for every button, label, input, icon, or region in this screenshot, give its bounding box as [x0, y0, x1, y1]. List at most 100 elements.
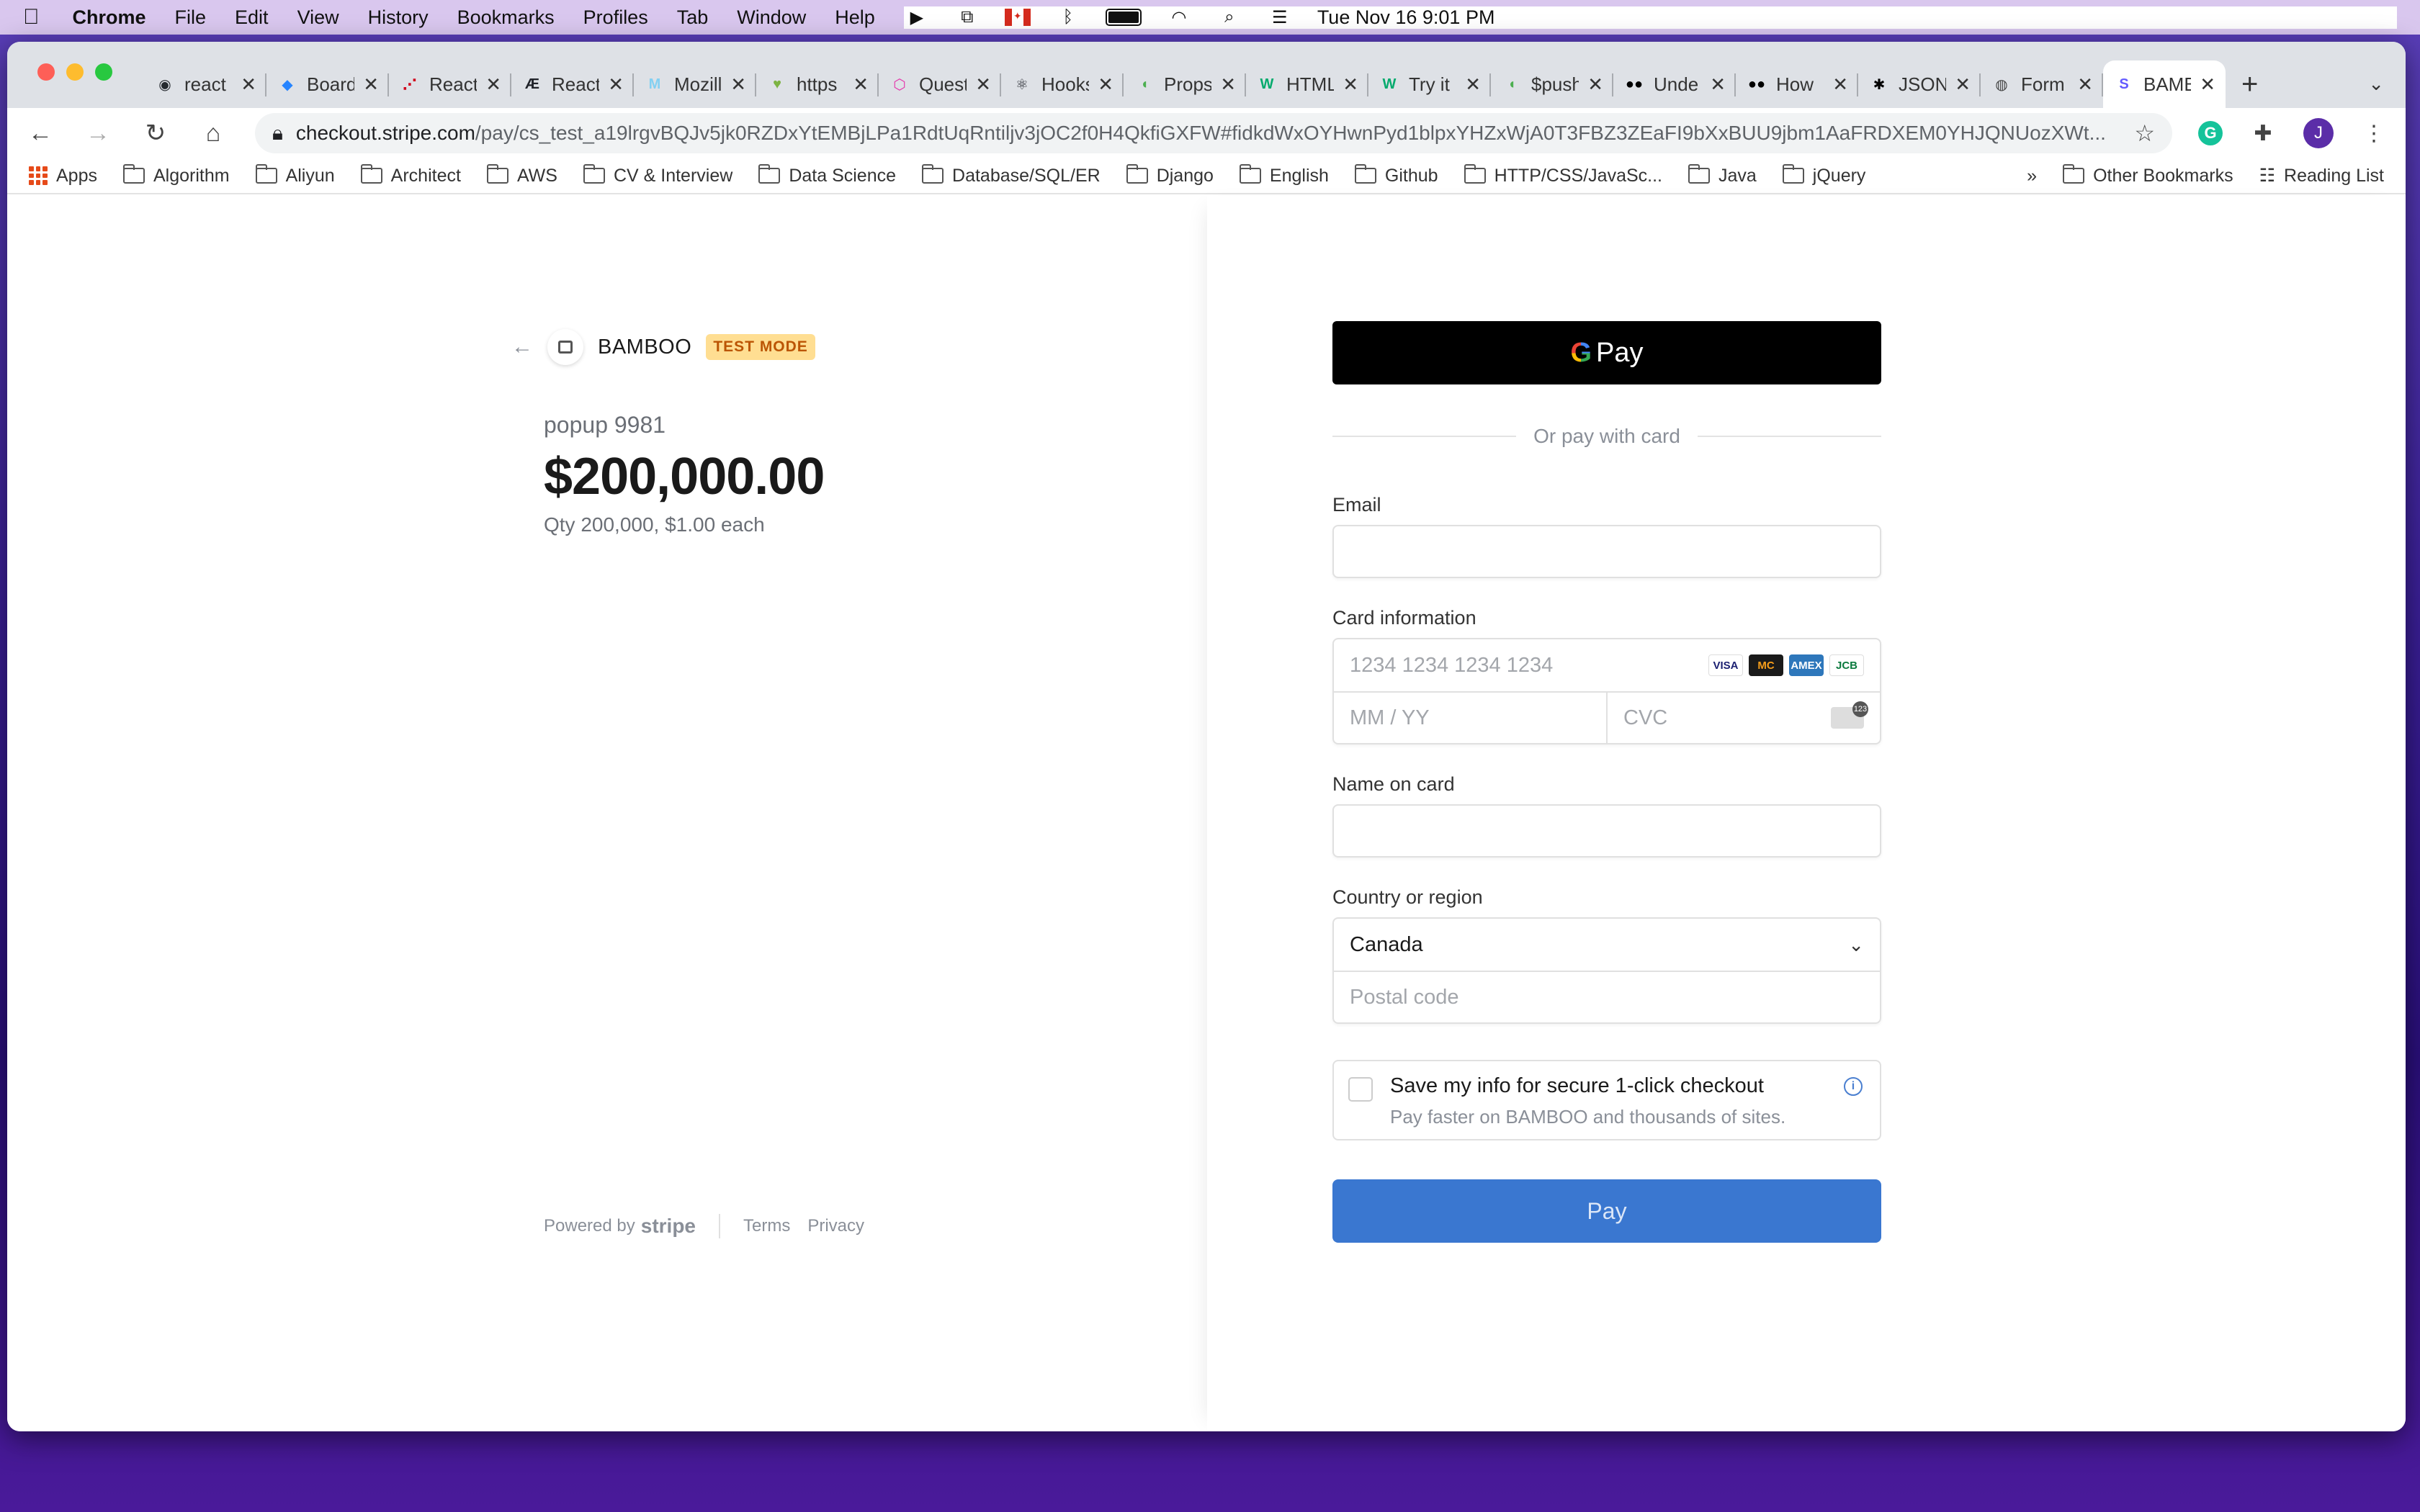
- save-info-checkbox[interactable]: [1348, 1077, 1373, 1102]
- stripe-logo[interactable]: stripe: [641, 1215, 696, 1238]
- close-tab-icon[interactable]: ✕: [608, 73, 624, 96]
- close-tab-icon[interactable]: ✕: [1220, 73, 1236, 96]
- bookmark-folder-5[interactable]: Data Science: [758, 164, 896, 186]
- tab-8[interactable]: ◖ Props ✕: [1124, 60, 1246, 108]
- tab-12[interactable]: ●● Unde ✕: [1613, 60, 1736, 108]
- bluetooth-icon[interactable]: ᛒ: [1055, 6, 1081, 28]
- card-number-field[interactable]: 1234 1234 1234 1234 VISA MC AMEX JCB: [1334, 639, 1880, 691]
- menu-edit[interactable]: Edit: [235, 6, 269, 29]
- bookmark-folder-2[interactable]: Architect: [360, 164, 461, 186]
- terms-link[interactable]: Terms: [743, 1216, 790, 1236]
- tab-16[interactable]: S BAMBOO ✕: [2103, 60, 2226, 108]
- privacy-link[interactable]: Privacy: [807, 1216, 864, 1236]
- profile-avatar[interactable]: J: [2303, 118, 2334, 148]
- close-tab-icon[interactable]: ✕: [485, 73, 501, 96]
- bookmarks-overflow-chevron[interactable]: »: [2027, 166, 2037, 186]
- close-window-icon[interactable]: [37, 63, 55, 81]
- close-tab-icon[interactable]: ✕: [1587, 73, 1603, 96]
- bookmark-other[interactable]: Other Bookmarks: [2063, 164, 2233, 186]
- country-select[interactable]: Canada ⌄: [1334, 919, 1880, 971]
- bookmark-apps[interactable]: Apps: [29, 166, 97, 186]
- battery-icon[interactable]: [1105, 9, 1142, 26]
- bookmark-folder-6[interactable]: Database/SQL/ER: [922, 164, 1101, 186]
- bookmark-folder-11[interactable]: Java: [1688, 164, 1757, 186]
- bookmark-folder-12[interactable]: jQuery: [1782, 164, 1865, 186]
- menubar-clock[interactable]: Tue Nov 16 9:01 PM: [1317, 6, 1495, 29]
- zoom-window-icon[interactable]: [95, 63, 112, 81]
- tab-9[interactable]: W HTML ✕: [1246, 60, 1368, 108]
- browser-menu-icon[interactable]: ⋮: [2360, 121, 2388, 146]
- menu-tab[interactable]: Tab: [677, 6, 709, 29]
- close-tab-icon[interactable]: ✕: [2077, 73, 2093, 96]
- menu-profiles[interactable]: Profiles: [583, 6, 648, 29]
- new-tab-button[interactable]: +: [2241, 68, 2258, 101]
- pay-button[interactable]: Pay: [1332, 1179, 1881, 1243]
- close-tab-icon[interactable]: ✕: [241, 73, 256, 96]
- bookmark-star-icon[interactable]: ☆: [2134, 120, 2155, 147]
- menu-help[interactable]: Help: [835, 6, 875, 29]
- menu-window[interactable]: Window: [737, 6, 806, 29]
- close-tab-icon[interactable]: ✕: [730, 73, 746, 96]
- menu-view[interactable]: View: [297, 6, 339, 29]
- tab-1[interactable]: ◆ Board ✕: [266, 60, 389, 108]
- postal-code-field[interactable]: Postal code: [1334, 971, 1880, 1022]
- minimize-window-icon[interactable]: [66, 63, 84, 81]
- tab-2[interactable]: ⋰ React ✕: [389, 60, 511, 108]
- cvc-field[interactable]: CVC: [1606, 693, 1880, 743]
- tab-4[interactable]: M Mozilla ✕: [634, 60, 756, 108]
- home-button[interactable]: ⌂: [197, 120, 229, 148]
- menu-history[interactable]: History: [368, 6, 429, 29]
- name-on-card-field[interactable]: [1332, 804, 1881, 858]
- google-pay-button[interactable]: G Pay: [1332, 321, 1881, 384]
- tab-14[interactable]: ✱ JSON ✕: [1858, 60, 1981, 108]
- tab-0[interactable]: ◉ react ✕: [144, 60, 266, 108]
- tab-15[interactable]: ◍ Form ✕: [1981, 60, 2103, 108]
- expiry-field[interactable]: MM / YY: [1334, 693, 1606, 743]
- bookmark-folder-9[interactable]: Github: [1354, 164, 1438, 186]
- grammarly-extension-icon[interactable]: G: [2198, 121, 2223, 145]
- play-icon[interactable]: ▶: [904, 6, 930, 28]
- close-tab-icon[interactable]: ✕: [1098, 73, 1113, 96]
- close-tab-icon[interactable]: ✕: [1465, 73, 1481, 96]
- canada-flag-icon[interactable]: [1004, 9, 1031, 26]
- close-tab-icon[interactable]: ✕: [1343, 73, 1358, 96]
- info-icon[interactable]: i: [1844, 1077, 1863, 1096]
- bookmark-folder-10[interactable]: HTTP/CSS/JavaSc...: [1464, 164, 1662, 186]
- bookmark-folder-4[interactable]: CV & Interview: [583, 164, 732, 186]
- bookmark-folder-0[interactable]: Algorithm: [122, 164, 230, 186]
- close-tab-icon[interactable]: ✕: [853, 73, 869, 96]
- bookmark-folder-3[interactable]: AWS: [486, 164, 557, 186]
- tab-5[interactable]: ♥ https ✕: [756, 60, 879, 108]
- menu-chrome[interactable]: Chrome: [73, 6, 146, 29]
- close-tab-icon[interactable]: ✕: [1955, 73, 1971, 96]
- back-arrow-icon[interactable]: ←: [511, 335, 533, 359]
- address-bar[interactable]: 🔒︎ checkout.stripe.com /pay/cs_test_a19l…: [255, 113, 2172, 153]
- screen-share-icon[interactable]: ⧉: [954, 6, 980, 28]
- tab-7[interactable]: ⚛ Hooks ✕: [1001, 60, 1124, 108]
- bookmark-folder-7[interactable]: Django: [1126, 164, 1214, 186]
- close-tab-icon[interactable]: ✕: [1832, 73, 1848, 96]
- tab-6[interactable]: ⬡ Questions ✕: [879, 60, 1001, 108]
- menu-bookmarks[interactable]: Bookmarks: [457, 6, 555, 29]
- reload-button[interactable]: ↻: [140, 119, 171, 148]
- wifi-icon[interactable]: ◠: [1166, 6, 1192, 28]
- close-tab-icon[interactable]: ✕: [975, 73, 991, 96]
- back-button[interactable]: ←: [24, 120, 56, 148]
- tab-3[interactable]: Æ React ✕: [511, 60, 634, 108]
- close-tab-icon[interactable]: ✕: [1710, 73, 1726, 96]
- bookmark-folder-8[interactable]: English: [1239, 164, 1329, 186]
- control-center-icon[interactable]: ☰: [1267, 6, 1293, 28]
- extensions-puzzle-icon[interactable]: ✚: [2249, 121, 2277, 146]
- apple-menu-icon[interactable]: : [23, 5, 40, 30]
- forward-button[interactable]: →: [82, 120, 114, 148]
- menu-file[interactable]: File: [175, 6, 207, 29]
- close-tab-icon[interactable]: ✕: [363, 73, 379, 96]
- reading-list[interactable]: ☷ Reading List: [2259, 165, 2384, 186]
- close-tab-icon[interactable]: ✕: [2200, 73, 2215, 96]
- tab-search-icon[interactable]: ⌄: [2368, 73, 2384, 95]
- spotlight-search-icon[interactable]: ⌕: [1216, 6, 1242, 28]
- lock-icon[interactable]: 🔒︎: [272, 122, 283, 145]
- tab-10[interactable]: W Try it ✕: [1368, 60, 1491, 108]
- tab-13[interactable]: ●● How ✕: [1736, 60, 1858, 108]
- bookmark-folder-1[interactable]: Aliyun: [255, 164, 335, 186]
